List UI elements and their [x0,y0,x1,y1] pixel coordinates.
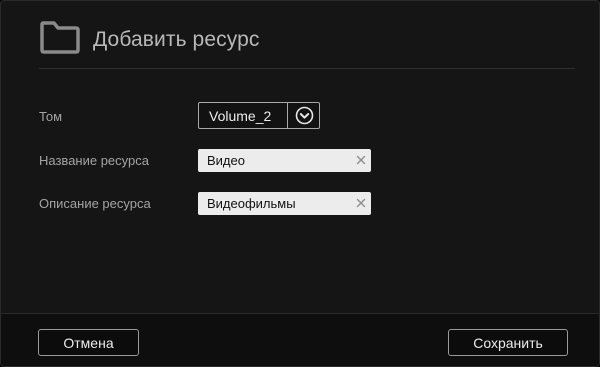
volume-label: Том [39,109,63,124]
chevron-down-circle-icon[interactable] [295,106,314,125]
save-button[interactable]: Сохранить [448,329,568,356]
share-name-field[interactable] [198,149,371,172]
dialog-title: Добавить ресурс [93,28,260,51]
cancel-button[interactable]: Отмена [38,329,139,356]
share-description-label: Описание ресурса [39,196,151,211]
folder-icon [40,21,80,54]
add-share-dialog: Добавить ресурс Том Volume_2 Название ре… [0,0,600,367]
clear-icon[interactable] [356,198,366,208]
dialog-header: Добавить ресурс [1,1,599,69]
select-separator [287,103,288,128]
volume-select[interactable]: Volume_2 [198,102,320,129]
header-divider [39,68,575,69]
volume-select-value: Volume_2 [209,108,272,124]
share-name-input[interactable] [198,149,348,172]
share-name-label: Название ресурса [39,153,149,168]
clear-icon[interactable] [356,155,366,165]
share-description-input[interactable] [198,192,348,215]
share-description-field[interactable] [198,192,371,215]
